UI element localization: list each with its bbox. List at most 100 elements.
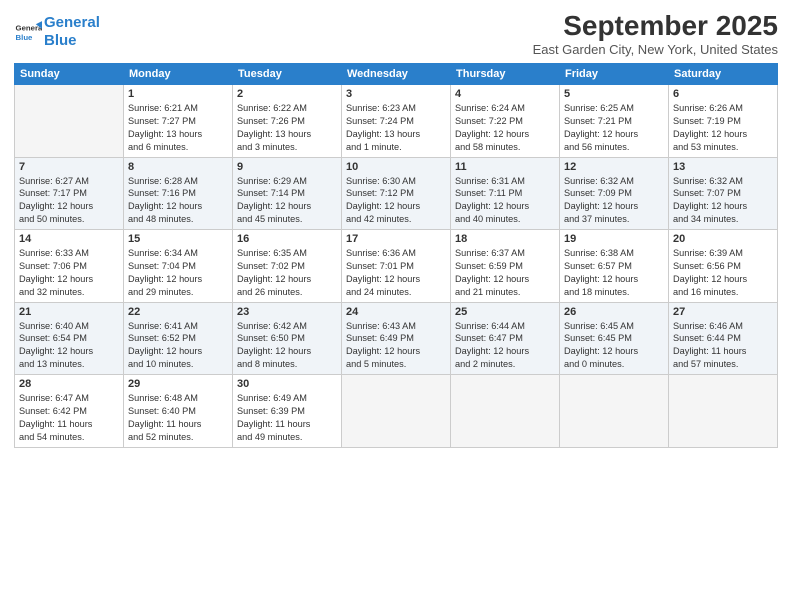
day-number: 29 [128,378,228,390]
calendar: Sunday Monday Tuesday Wednesday Thursday… [14,63,778,448]
table-row: 5 Sunrise: 6:25 AM Sunset: 7:21 PM Daylig… [560,85,669,158]
calendar-week-row: 1Sunrise: 6:21 AM Sunset: 7:27 PM Daylig… [15,85,778,158]
header: General Blue General Blue September 2025… [14,10,778,57]
logo-icon: General Blue [14,18,42,46]
calendar-header-row: Sunday Monday Tuesday Wednesday Thursday… [15,64,778,85]
calendar-week-row: 14 Sunrise: 6:33 AM Sunset: 7:06 PM Dayli… [15,230,778,303]
day-info: Sunrise: 6:30 AM Sunset: 7:12 PM Dayligh… [346,175,446,227]
col-friday: Friday [560,64,669,85]
day-number: 3 [346,88,446,100]
table-row: 4 Sunrise: 6:24 AM Sunset: 7:22 PM Daylig… [451,85,560,158]
day-info: Sunrise: 6:32 AM Sunset: 7:09 PM Dayligh… [564,175,664,227]
table-row: 27 Sunrise: 6:46 AM Sunset: 6:44 PM Dayli… [669,302,778,375]
day-info: Sunrise: 6:26 AM Sunset: 7:19 PM Dayligh… [673,102,773,154]
day-info: Sunrise: 6:35 AM Sunset: 7:02 PM Dayligh… [237,247,337,299]
table-row: 28 Sunrise: 6:47 AM Sunset: 6:42 PM Dayli… [15,375,124,448]
table-row: 10 Sunrise: 6:30 AM Sunset: 7:12 PM Dayli… [342,157,451,230]
day-number: 27 [673,306,773,318]
day-info: Sunrise: 6:21 AM Sunset: 7:27 PM Dayligh… [128,102,228,154]
col-monday: Monday [124,64,233,85]
day-number: 10 [346,161,446,173]
day-number: 13 [673,161,773,173]
logo-text: General Blue [44,14,100,50]
location: East Garden City, New York, United State… [533,42,778,57]
logo-line2: Blue [44,32,77,49]
table-row: 1Sunrise: 6:21 AM Sunset: 7:27 PM Daylig… [124,85,233,158]
col-tuesday: Tuesday [233,64,342,85]
col-thursday: Thursday [451,64,560,85]
day-info: Sunrise: 6:49 AM Sunset: 6:39 PM Dayligh… [237,392,337,444]
col-wednesday: Wednesday [342,64,451,85]
table-row: 19Sunrise: 6:38 AM Sunset: 6:57 PM Dayli… [560,230,669,303]
day-info: Sunrise: 6:43 AM Sunset: 6:49 PM Dayligh… [346,320,446,372]
day-number: 4 [455,88,555,100]
table-row: 16 Sunrise: 6:35 AM Sunset: 7:02 PM Dayli… [233,230,342,303]
day-info: Sunrise: 6:27 AM Sunset: 7:17 PM Dayligh… [19,175,119,227]
table-row [342,375,451,448]
day-number: 28 [19,378,119,390]
day-number: 23 [237,306,337,318]
day-number: 30 [237,378,337,390]
day-info: Sunrise: 6:31 AM Sunset: 7:11 PM Dayligh… [455,175,555,227]
day-info: Sunrise: 6:24 AM Sunset: 7:22 PM Dayligh… [455,102,555,154]
col-sunday: Sunday [15,64,124,85]
table-row: 30 Sunrise: 6:49 AM Sunset: 6:39 PM Dayli… [233,375,342,448]
table-row: 12 Sunrise: 6:32 AM Sunset: 7:09 PM Dayli… [560,157,669,230]
day-number: 18 [455,233,555,245]
table-row [15,85,124,158]
calendar-week-row: 28 Sunrise: 6:47 AM Sunset: 6:42 PM Dayli… [15,375,778,448]
calendar-week-row: 7 Sunrise: 6:27 AM Sunset: 7:17 PM Daylig… [15,157,778,230]
col-saturday: Saturday [669,64,778,85]
day-number: 6 [673,88,773,100]
day-number: 17 [346,233,446,245]
day-info: Sunrise: 6:33 AM Sunset: 7:06 PM Dayligh… [19,247,119,299]
table-row: 29 Sunrise: 6:48 AM Sunset: 6:40 PM Dayli… [124,375,233,448]
table-row: 26 Sunrise: 6:45 AM Sunset: 6:45 PM Dayli… [560,302,669,375]
day-number: 9 [237,161,337,173]
table-row: 20 Sunrise: 6:39 AM Sunset: 6:56 PM Dayli… [669,230,778,303]
day-info: Sunrise: 6:25 AM Sunset: 7:21 PM Dayligh… [564,102,664,154]
day-number: 20 [673,233,773,245]
month-title: September 2025 [533,10,778,42]
day-number: 12 [564,161,664,173]
table-row: 18 Sunrise: 6:37 AM Sunset: 6:59 PM Dayli… [451,230,560,303]
day-info: Sunrise: 6:40 AM Sunset: 6:54 PM Dayligh… [19,320,119,372]
day-number: 24 [346,306,446,318]
table-row: 24 Sunrise: 6:43 AM Sunset: 6:49 PM Dayli… [342,302,451,375]
day-number: 14 [19,233,119,245]
svg-text:Blue: Blue [16,33,34,42]
table-row: 15Sunrise: 6:34 AM Sunset: 7:04 PM Dayli… [124,230,233,303]
day-number: 26 [564,306,664,318]
day-number: 2 [237,88,337,100]
table-row: 7 Sunrise: 6:27 AM Sunset: 7:17 PM Daylig… [15,157,124,230]
day-number: 16 [237,233,337,245]
table-row [669,375,778,448]
table-row [451,375,560,448]
day-info: Sunrise: 6:47 AM Sunset: 6:42 PM Dayligh… [19,392,119,444]
day-info: Sunrise: 6:46 AM Sunset: 6:44 PM Dayligh… [673,320,773,372]
day-info: Sunrise: 6:42 AM Sunset: 6:50 PM Dayligh… [237,320,337,372]
day-info: Sunrise: 6:38 AM Sunset: 6:57 PM Dayligh… [564,247,664,299]
day-info: Sunrise: 6:22 AM Sunset: 7:26 PM Dayligh… [237,102,337,154]
day-info: Sunrise: 6:41 AM Sunset: 6:52 PM Dayligh… [128,320,228,372]
day-info: Sunrise: 6:45 AM Sunset: 6:45 PM Dayligh… [564,320,664,372]
day-info: Sunrise: 6:48 AM Sunset: 6:40 PM Dayligh… [128,392,228,444]
day-info: Sunrise: 6:39 AM Sunset: 6:56 PM Dayligh… [673,247,773,299]
table-row: 2 Sunrise: 6:22 AM Sunset: 7:26 PM Daylig… [233,85,342,158]
day-info: Sunrise: 6:37 AM Sunset: 6:59 PM Dayligh… [455,247,555,299]
page: General Blue General Blue September 2025… [0,0,792,612]
day-number: 25 [455,306,555,318]
day-number: 15 [128,233,228,245]
table-row [560,375,669,448]
day-number: 7 [19,161,119,173]
table-row: 13 Sunrise: 6:32 AM Sunset: 7:07 PM Dayli… [669,157,778,230]
table-row: 6 Sunrise: 6:26 AM Sunset: 7:19 PM Daylig… [669,85,778,158]
logo-line1: General [44,14,100,31]
day-number: 8 [128,161,228,173]
table-row: 11Sunrise: 6:31 AM Sunset: 7:11 PM Dayli… [451,157,560,230]
day-info: Sunrise: 6:32 AM Sunset: 7:07 PM Dayligh… [673,175,773,227]
day-number: 5 [564,88,664,100]
day-number: 22 [128,306,228,318]
day-info: Sunrise: 6:23 AM Sunset: 7:24 PM Dayligh… [346,102,446,154]
table-row: 23 Sunrise: 6:42 AM Sunset: 6:50 PM Dayli… [233,302,342,375]
